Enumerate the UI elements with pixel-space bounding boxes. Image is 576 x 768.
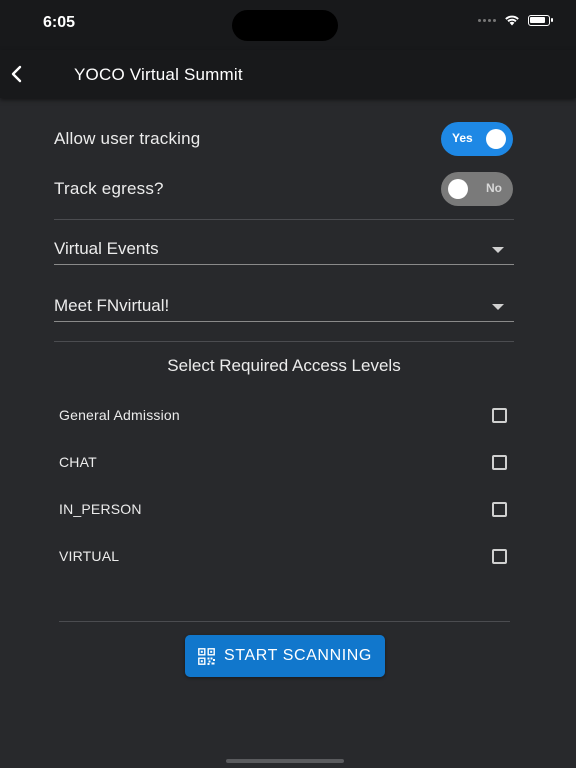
status-bar: 6:05 bbox=[0, 0, 576, 50]
access-item-label: IN_PERSON bbox=[59, 501, 142, 517]
event-value: Meet FNvirtual! bbox=[54, 296, 170, 315]
in-person-checkbox[interactable] bbox=[492, 501, 507, 517]
virtual-checkbox[interactable] bbox=[492, 548, 507, 564]
track-egress-toggle[interactable]: No bbox=[441, 172, 513, 206]
start-scanning-label: START SCANNING bbox=[224, 647, 372, 664]
toggle-knob bbox=[486, 129, 506, 149]
access-levels-title: Select Required Access Levels bbox=[167, 356, 401, 375]
allow-tracking-row: Allow user tracking Yes bbox=[54, 119, 514, 159]
track-egress-row: Track egress? No bbox=[54, 169, 514, 209]
dropdown-arrow-icon bbox=[492, 304, 504, 310]
access-item-label: VIRTUAL bbox=[59, 548, 120, 564]
start-scanning-button[interactable]: START SCANNING bbox=[185, 635, 385, 677]
allow-tracking-state: Yes bbox=[452, 131, 473, 145]
allow-tracking-label: Allow user tracking bbox=[54, 129, 201, 148]
access-item-general-admission: General Admission bbox=[59, 400, 514, 430]
access-item-label: CHAT bbox=[59, 454, 97, 470]
page-title: YOCO Virtual Summit bbox=[74, 65, 243, 84]
divider bbox=[54, 341, 514, 342]
app-bar: YOCO Virtual Summit bbox=[0, 50, 576, 98]
event-dropdown[interactable]: Meet FNvirtual! bbox=[54, 292, 514, 322]
access-item-virtual: VIRTUAL bbox=[59, 541, 514, 571]
status-icons bbox=[478, 14, 553, 26]
access-item-label: General Admission bbox=[59, 407, 180, 423]
wifi-icon bbox=[505, 15, 519, 26]
status-time: 6:05 bbox=[43, 14, 76, 31]
signal-dots-icon bbox=[478, 18, 496, 22]
camera-notch bbox=[232, 10, 338, 41]
chat-checkbox[interactable] bbox=[492, 454, 507, 470]
dropdown-arrow-icon bbox=[492, 247, 504, 253]
qr-code-icon bbox=[198, 647, 215, 665]
event-type-value: Virtual Events bbox=[54, 239, 159, 258]
access-item-chat: CHAT bbox=[59, 447, 514, 477]
toggle-knob bbox=[448, 179, 468, 199]
chevron-left-icon bbox=[11, 65, 22, 83]
battery-icon bbox=[528, 14, 553, 26]
home-indicator[interactable] bbox=[226, 759, 344, 763]
track-egress-label: Track egress? bbox=[54, 179, 164, 198]
track-egress-state: No bbox=[486, 181, 502, 195]
event-type-dropdown[interactable]: Virtual Events bbox=[54, 235, 514, 265]
general-admission-checkbox[interactable] bbox=[492, 407, 507, 423]
allow-tracking-toggle[interactable]: Yes bbox=[441, 122, 513, 156]
access-item-in-person: IN_PERSON bbox=[59, 494, 514, 524]
back-button[interactable] bbox=[8, 63, 28, 85]
divider bbox=[54, 219, 514, 220]
divider bbox=[59, 621, 510, 622]
